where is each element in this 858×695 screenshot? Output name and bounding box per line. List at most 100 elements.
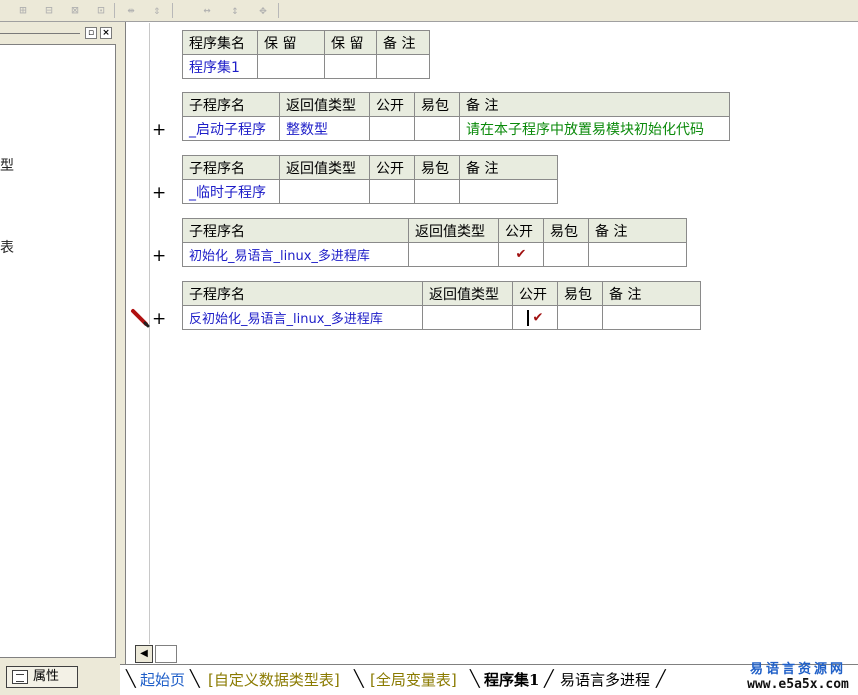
col-width-icon[interactable]: ⇹: [122, 2, 140, 19]
header-program-set-name: 程序集名: [182, 30, 258, 55]
public-cell[interactable]: [369, 179, 415, 204]
tab-program-set-1[interactable]: 程序集1: [484, 669, 539, 691]
reserved-cell[interactable]: [324, 54, 377, 79]
properties-icon: [12, 670, 28, 684]
header-public: 公开: [369, 155, 415, 180]
header-public: 公开: [369, 92, 415, 117]
header-reserved: 保 留: [324, 30, 377, 55]
tab-divider: ╲: [190, 669, 200, 688]
row-height-icon[interactable]: ⇕: [148, 2, 166, 19]
properties-tab-label: 属性: [33, 669, 60, 684]
tab-divider: ╱: [544, 669, 554, 688]
public-cell[interactable]: ✔: [512, 305, 558, 330]
header-easy-pkg: 易包: [557, 281, 603, 306]
expand-button[interactable]: +: [152, 246, 166, 266]
remark-cell[interactable]: [376, 54, 430, 79]
header-sub-name: 子程序名: [182, 281, 423, 306]
header-sub-name: 子程序名: [182, 92, 280, 117]
remark-cell[interactable]: [602, 305, 701, 330]
header-return-type: 返回值类型: [279, 92, 370, 117]
toolbar-separator: [114, 3, 115, 18]
return-type-cell[interactable]: [279, 179, 370, 204]
header-public: 公开: [512, 281, 558, 306]
expand-button[interactable]: +: [152, 120, 166, 140]
public-checkmark[interactable]: ✔: [498, 242, 544, 267]
remark-cell[interactable]: [588, 242, 687, 267]
header-remark: 备 注: [602, 281, 701, 306]
easy-pkg-cell[interactable]: [414, 116, 460, 141]
reserved-cell[interactable]: [257, 54, 325, 79]
tree-item-fragment[interactable]: 表: [0, 237, 14, 257]
expand-button[interactable]: +: [152, 183, 166, 203]
panel-restore-button[interactable]: ▫: [85, 27, 97, 39]
header-easy-pkg: 易包: [414, 155, 460, 180]
header-return-type: 返回值类型: [279, 155, 370, 180]
subprogram-table: 子程序名 返回值类型 公开 易包 备 注 _临时子程序: [182, 155, 558, 204]
header-return-type: 返回值类型: [408, 218, 499, 243]
fit-width-icon[interactable]: ↔: [198, 2, 216, 19]
subprogram-table: 子程序名 返回值类型 公开 易包 备 注 反初始化_易语言_linux_多进程库…: [182, 281, 701, 330]
header-remark: 备 注: [459, 155, 558, 180]
gutter-divider: [149, 23, 150, 644]
fit-all-icon[interactable]: ✥: [254, 2, 272, 19]
scroll-track[interactable]: [155, 645, 177, 663]
public-cell[interactable]: [369, 116, 415, 141]
remark-cell[interactable]: [459, 179, 558, 204]
header-remark: 备 注: [376, 30, 430, 55]
header-remark: 备 注: [588, 218, 687, 243]
header-easy-pkg: 易包: [414, 92, 460, 117]
remark-cell[interactable]: 请在本子程序中放置易模块初始化代码: [459, 116, 730, 141]
public-checkmark: ✔: [532, 310, 544, 325]
edit-pencil-icon: [131, 309, 150, 328]
panel-close-button[interactable]: ×: [100, 27, 112, 39]
sub-name-cell[interactable]: _启动子程序: [182, 116, 280, 141]
fit-height-icon[interactable]: ↕: [226, 2, 244, 19]
subprogram-table: 子程序名 返回值类型 公开 易包 备 注 _启动子程序 整数型 请在本子程序中放…: [182, 92, 730, 141]
sub-name-cell[interactable]: 初始化_易语言_linux_多进程库: [182, 242, 409, 267]
header-reserved: 保 留: [257, 30, 325, 55]
tab-divider: ╱: [656, 669, 666, 688]
expand-button[interactable]: +: [152, 309, 166, 329]
header-remark: 备 注: [459, 92, 730, 117]
header-public: 公开: [498, 218, 544, 243]
program-set-name-cell[interactable]: 程序集1: [182, 54, 258, 79]
site-watermark: 易语言资源网 www.e5a5x.com: [740, 658, 856, 692]
header-sub-name: 子程序名: [182, 155, 280, 180]
left-panel: ▫ × 型 表: [0, 22, 120, 664]
tab-divider: ╲: [470, 669, 480, 688]
return-type-cell[interactable]: [422, 305, 513, 330]
sub-name-cell[interactable]: 反初始化_易语言_linux_多进程库: [182, 305, 423, 330]
easy-pkg-cell[interactable]: [543, 242, 589, 267]
split-cell-icon[interactable]: ⊠: [66, 2, 84, 19]
left-panel-tabs: 属性: [0, 664, 120, 695]
project-tree[interactable]: 型 表: [0, 44, 116, 658]
tree-item-fragment[interactable]: 型: [0, 155, 14, 175]
easy-pkg-cell[interactable]: [414, 179, 460, 204]
properties-tab[interactable]: 属性: [6, 666, 78, 688]
text-cursor: [526, 309, 529, 326]
easy-pkg-cell[interactable]: [557, 305, 603, 330]
tab-global-vars[interactable]: [全局变量表]: [370, 669, 457, 691]
return-type-cell[interactable]: 整数型: [279, 116, 370, 141]
tab-divider: ╲: [354, 669, 364, 688]
editor-splitter[interactable]: [120, 22, 126, 664]
header-easy-pkg: 易包: [543, 218, 589, 243]
header-return-type: 返回值类型: [422, 281, 513, 306]
watermark-title: 易语言资源网: [749, 662, 846, 677]
return-type-cell[interactable]: [408, 242, 499, 267]
insert-row-icon[interactable]: ⊞: [14, 2, 32, 19]
program-set-table: 程序集名 保 留 保 留 备 注 程序集1: [182, 30, 430, 79]
header-sub-name: 子程序名: [182, 218, 409, 243]
panel-header-grip: [0, 33, 80, 34]
tab-start-page[interactable]: 起始页: [140, 669, 185, 691]
scroll-left-icon[interactable]: ◀: [135, 645, 153, 663]
tab-custom-types[interactable]: [自定义数据类型表]: [208, 669, 340, 691]
toolbar-separator: [278, 3, 279, 18]
insert-col-icon[interactable]: ⊟: [40, 2, 58, 19]
sub-name-cell[interactable]: _临时子程序: [182, 179, 280, 204]
merge-cell-icon[interactable]: ⊡: [92, 2, 110, 19]
tab-easy-multiprocess[interactable]: 易语言多进程: [560, 669, 650, 691]
watermark-url: www.e5a5x.com: [747, 677, 849, 692]
toolbar-separator: [172, 3, 173, 18]
subprogram-table: 子程序名 返回值类型 公开 易包 备 注 初始化_易语言_linux_多进程库 …: [182, 218, 687, 267]
